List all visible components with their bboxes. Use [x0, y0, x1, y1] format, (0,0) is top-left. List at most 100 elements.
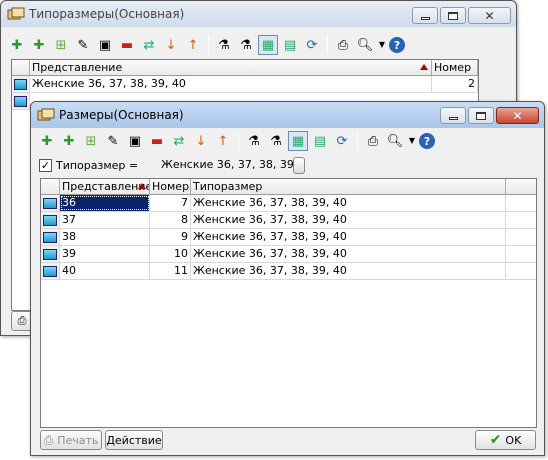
hierarchy-icon[interactable]: ▤ — [280, 35, 300, 55]
refresh-icon[interactable]: ⟳ — [302, 35, 322, 55]
table-row[interactable]: Женские 36, 37, 38, 39, 40 2 — [12, 76, 478, 93]
print-icon: ⎙ — [17, 314, 27, 327]
print-button[interactable]: ⎙ Печать — [40, 430, 102, 450]
move-icon[interactable]: ⇄ — [139, 35, 159, 55]
front-window-titlebar[interactable]: Размеры(Основная) ✕ — [31, 102, 544, 128]
find-icon[interactable]: 🔍︎ — [385, 131, 405, 151]
row-indicator — [41, 212, 60, 228]
clear-filter-icon[interactable]: ⚗ — [236, 35, 256, 55]
maximize-button[interactable] — [440, 7, 466, 24]
clear-filter-icon[interactable]: ⚗ — [266, 131, 286, 151]
toolbar-separator — [238, 132, 239, 150]
help-icon[interactable]: ? — [389, 37, 405, 53]
edit-icon[interactable]: ✎ — [103, 131, 123, 151]
filter-icon[interactable]: ⚗ — [244, 131, 264, 151]
column-header-number[interactable]: Номер — [432, 60, 478, 75]
cell-number[interactable]: 2 — [432, 76, 478, 92]
cell-number[interactable]: 11 — [150, 263, 191, 279]
cell-representation[interactable]: 38 — [60, 229, 150, 245]
properties-icon[interactable]: ▣ — [95, 35, 115, 55]
cell-size-type[interactable]: Женские 36, 37, 38, 39, 40 — [191, 263, 506, 279]
close-button[interactable]: ✕ — [496, 107, 539, 124]
cell-number[interactable]: 10 — [150, 246, 191, 262]
back-window-titlebar[interactable]: Типоразмеры(Основная) ✕ — [1, 1, 516, 27]
refresh-icon[interactable]: ⟳ — [332, 131, 352, 151]
column-header-representation[interactable]: Представление — [30, 60, 432, 75]
filter-icon[interactable]: ⚗ — [214, 35, 234, 55]
cell-size-type[interactable]: Женские 36, 37, 38, 39, 40 — [191, 229, 506, 245]
column-header-size-type[interactable]: Типоразмер — [191, 179, 506, 194]
table-row[interactable]: 36 7 Женские 36, 37, 38, 39, 40 — [41, 195, 536, 212]
move-down-icon[interactable]: ↓ — [161, 35, 181, 55]
table-row[interactable]: 38 9 Женские 36, 37, 38, 39, 40 — [41, 229, 536, 246]
hierarchy-icon[interactable]: ▤ — [310, 131, 330, 151]
sort-ascending-icon — [138, 183, 146, 189]
cell-size-type[interactable]: Женские 36, 37, 38, 39, 40 — [191, 195, 506, 211]
tree-view-icon[interactable]: ▦ — [258, 35, 278, 55]
cell-representation[interactable]: Женские 36, 37, 38, 39, 40 — [30, 76, 432, 92]
help-icon[interactable]: ? — [419, 133, 435, 149]
edit-icon[interactable]: ✎ — [73, 35, 93, 55]
cell-representation[interactable]: 36 — [60, 195, 150, 211]
properties-icon[interactable]: ▣ — [125, 131, 145, 151]
ok-button[interactable]: ✔ OK — [475, 430, 536, 450]
cell-number[interactable]: 7 — [150, 195, 191, 211]
copy-icon[interactable]: ✚ — [29, 35, 49, 55]
maximize-icon — [476, 111, 486, 120]
move-down-icon[interactable]: ↓ — [191, 131, 211, 151]
add-group-icon[interactable]: ⊞ — [81, 131, 101, 151]
print-icon[interactable]: ⎙ — [363, 131, 383, 151]
cell-representation[interactable]: 40 — [60, 263, 150, 279]
table-row[interactable]: 39 10 Женские 36, 37, 38, 39, 40 — [41, 246, 536, 263]
front-window-grid: Представление Номер Типоразмер 36 7 Женски… — [40, 178, 537, 428]
cell-representation[interactable]: 37 — [60, 212, 150, 228]
close-icon: ✕ — [484, 8, 495, 23]
catalog-icon — [37, 108, 55, 122]
filter-value-field[interactable]: Женские 36, 37, 38, 39, 40 — [159, 156, 293, 174]
back-window-toolbar: ✚ ✚ ⊞ ✎ ▣ ▬ ⇄ ↓ ↑ ⚗ ⚗ ▦ ▤ ⟳ ⎙ 🔍︎ ▼ ? — [7, 33, 510, 57]
add-icon[interactable]: ✚ — [7, 35, 27, 55]
action-button[interactable]: Действие — [105, 430, 163, 450]
column-header-representation[interactable]: Представление — [60, 179, 150, 194]
cell-number[interactable]: 8 — [150, 212, 191, 228]
maximize-icon — [448, 11, 458, 20]
cell-size-type[interactable]: Женские 36, 37, 38, 39, 40 — [191, 246, 506, 262]
minimize-button[interactable] — [412, 7, 438, 24]
tree-view-icon[interactable]: ▦ — [288, 131, 308, 151]
dropdown-arrow-icon[interactable]: ▼ — [407, 131, 417, 151]
filter-checkbox[interactable]: ✓ — [39, 158, 52, 172]
checkmark-icon: ✔ — [489, 432, 502, 448]
filter-select-button[interactable] — [293, 156, 305, 174]
cell-representation[interactable]: 39 — [60, 246, 150, 262]
column-header-label: Представление — [62, 180, 150, 193]
front-window-toolbar: ✚ ✚ ⊞ ✎ ▣ ▬ ⇄ ↓ ↑ ⚗ ⚗ ▦ ▤ ⟳ ⎙ 🔍︎ ▼ ? — [37, 129, 538, 153]
move-up-icon[interactable]: ↑ — [183, 35, 203, 55]
find-icon[interactable]: 🔍︎ — [355, 35, 375, 55]
element-icon — [43, 214, 57, 226]
header-indicator — [12, 60, 30, 75]
close-button[interactable]: ✕ — [468, 7, 511, 24]
minimize-button[interactable] — [440, 107, 466, 124]
copy-icon[interactable]: ✚ — [59, 131, 79, 151]
ok-button-label: OK — [505, 433, 522, 447]
maximize-button[interactable] — [468, 107, 494, 124]
add-icon[interactable]: ✚ — [37, 131, 57, 151]
grid-header: Представление Номер — [12, 60, 478, 76]
print-button-label: Печать — [57, 433, 99, 447]
dropdown-arrow-icon[interactable]: ▼ — [377, 35, 387, 55]
print-icon[interactable]: ⎙ — [333, 35, 353, 55]
catalog-icon — [7, 7, 25, 21]
add-group-icon[interactable]: ⊞ — [51, 35, 71, 55]
move-icon[interactable]: ⇄ — [169, 131, 189, 151]
delete-icon[interactable]: ▬ — [147, 131, 167, 151]
cell-size-type[interactable]: Женские 36, 37, 38, 39, 40 — [191, 212, 506, 228]
column-header-number[interactable]: Номер — [150, 179, 191, 194]
filter-row: ✓ Типоразмер = Женские 36, 37, 38, 39, 4… — [39, 156, 305, 174]
delete-icon[interactable]: ▬ — [117, 35, 137, 55]
table-row[interactable]: 40 11 Женские 36, 37, 38, 39, 40 — [41, 263, 536, 280]
table-row[interactable]: 37 8 Женские 36, 37, 38, 39, 40 — [41, 212, 536, 229]
row-indicator — [41, 263, 60, 279]
move-up-icon[interactable]: ↑ — [213, 131, 233, 151]
cell-number[interactable]: 9 — [150, 229, 191, 245]
header-indicator — [41, 179, 60, 194]
